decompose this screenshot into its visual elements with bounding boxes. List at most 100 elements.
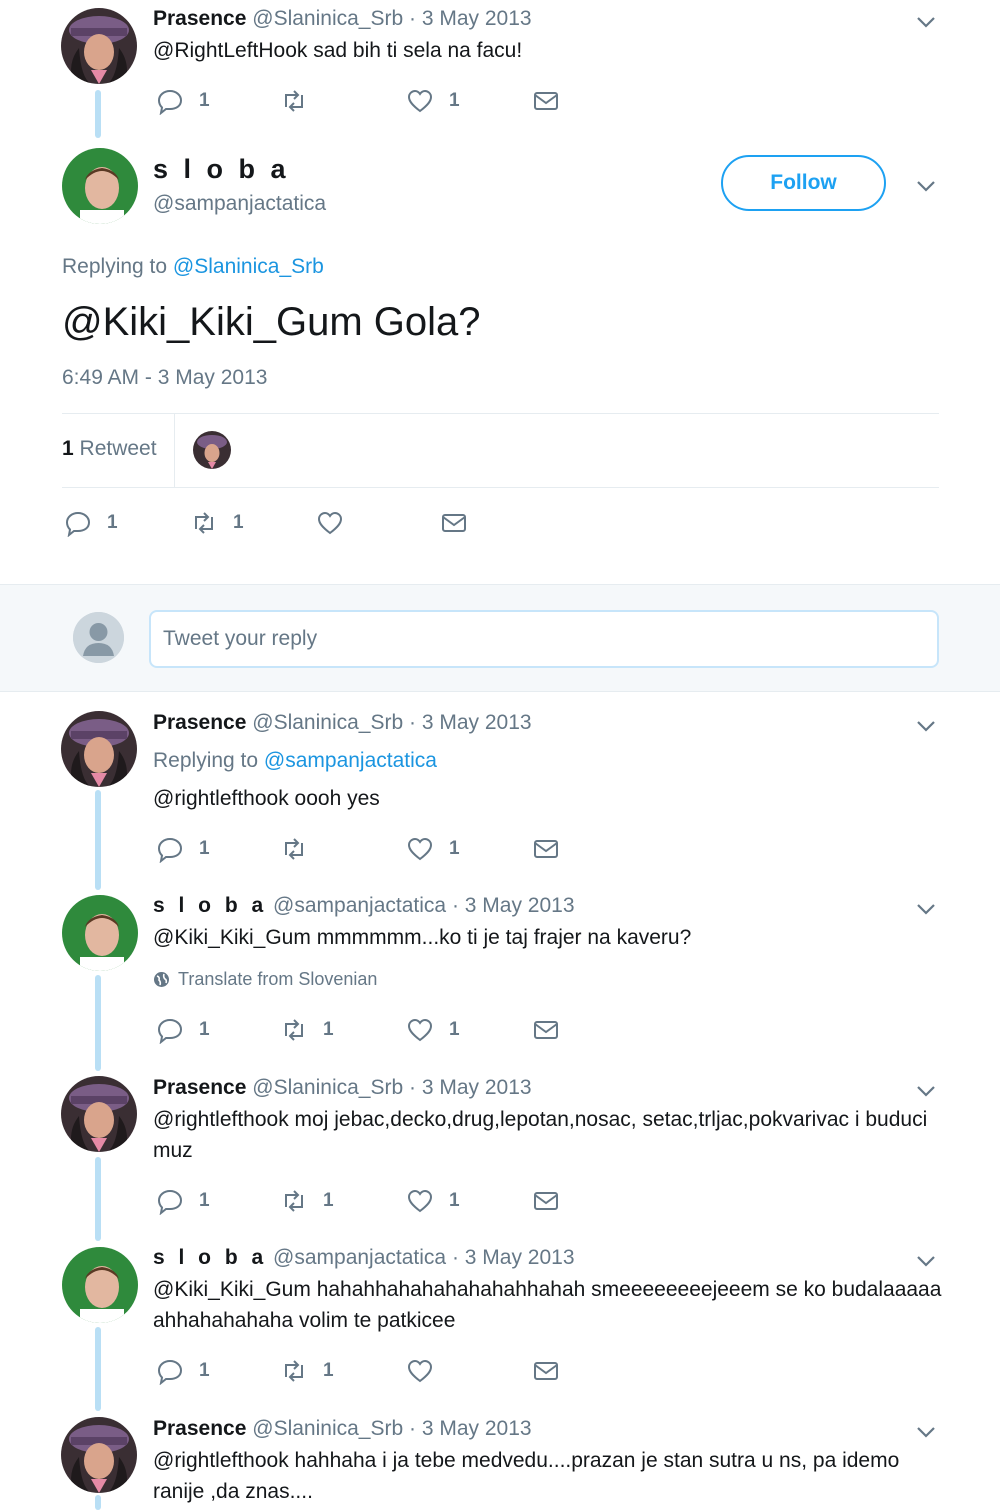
like-button[interactable]: 1 — [406, 834, 460, 864]
envelope-icon — [534, 1021, 558, 1039]
retweet-stat-label: Retweet — [79, 437, 157, 460]
tweet-header: s l o b a @sampanjactatica · 3 May 2013 — [153, 1245, 575, 1271]
envelope-icon — [442, 514, 466, 532]
like-button[interactable] — [316, 508, 359, 538]
message-button[interactable] — [532, 834, 560, 864]
reply-button[interactable]: 1 — [156, 86, 210, 116]
message-button[interactable] — [440, 508, 468, 538]
author-handle[interactable]: @Slaninica_Srb — [252, 7, 403, 30]
retweet-icon — [285, 838, 303, 860]
tweet-text: @Kiki_Kiki_Gum hahahhahahahahahahhahah s… — [153, 1278, 942, 1332]
retweet-count: 1 — [323, 1019, 334, 1040]
main-tweet-text: @Kiki_Kiki_Gum Gola? — [62, 300, 481, 344]
reply-input[interactable]: Tweet your reply — [149, 610, 939, 668]
reply-count: 1 — [199, 1360, 210, 1381]
tweet-date[interactable]: 3 May 2013 — [422, 1417, 532, 1440]
retweet-button[interactable]: 1 — [280, 1356, 334, 1386]
retweet-icon — [285, 90, 303, 112]
author-handle[interactable]: @sampanjactatica — [153, 191, 326, 217]
replying-to-handle[interactable]: @Slaninica_Srb — [173, 255, 324, 278]
like-count: 1 — [449, 838, 460, 859]
like-button[interactable] — [406, 1356, 449, 1386]
author-name[interactable]: s l o b a — [153, 154, 290, 184]
date-separator: · — [446, 1246, 465, 1269]
reply-icon — [157, 1189, 183, 1215]
replying-to: Replying to @Slaninica_Srb — [62, 254, 324, 280]
tweet-header: Prasence @Slaninica_Srb · 3 May 2013 — [153, 6, 532, 32]
heart-icon — [407, 837, 433, 861]
tweet-header: Prasence @Slaninica_Srb · 3 May 2013 — [153, 1416, 532, 1442]
author-name[interactable]: Prasence — [153, 711, 246, 734]
chevron-down-icon[interactable] — [914, 174, 938, 198]
retweet-button[interactable]: 1 — [280, 1015, 334, 1045]
reply-button[interactable]: 1 — [64, 508, 118, 538]
thread-connector — [95, 1495, 101, 1510]
avatar[interactable] — [61, 1076, 137, 1152]
thread-connector — [95, 1157, 101, 1241]
message-button[interactable] — [532, 1015, 560, 1045]
author-handle[interactable]: @sampanjactatica — [273, 894, 446, 917]
stats-divider — [174, 414, 175, 487]
author-name[interactable]: s l o b a — [153, 894, 267, 917]
reply-count: 1 — [107, 512, 118, 533]
thread-connector — [95, 975, 101, 1071]
retweet-stats[interactable]: 1 Retweet — [62, 437, 157, 461]
tweet-text: @Kiki_Kiki_Gum mmmmmm...ko ti je taj fra… — [153, 926, 692, 949]
tweet-date[interactable]: 3 May 2013 — [422, 1076, 532, 1099]
chevron-down-icon[interactable] — [914, 714, 938, 738]
tweet-date[interactable]: 3 May 2013 — [422, 711, 532, 734]
retweet-button[interactable] — [280, 834, 323, 864]
tweet-actions: 1 1 1 — [156, 1186, 576, 1216]
message-button[interactable] — [532, 86, 560, 116]
avatar[interactable] — [62, 148, 138, 224]
author-name[interactable]: Prasence — [153, 1417, 246, 1440]
message-button[interactable] — [532, 1356, 560, 1386]
chevron-down-icon[interactable] — [914, 1420, 938, 1444]
retweet-button[interactable] — [280, 86, 323, 116]
avatar[interactable] — [61, 1417, 137, 1493]
retweet-button[interactable]: 1 — [190, 508, 244, 538]
like-button[interactable]: 1 — [406, 1186, 460, 1216]
tweet-header: s l o b a — [153, 152, 290, 186]
chevron-down-icon[interactable] — [914, 1249, 938, 1273]
replying-to-handle[interactable]: @sampanjactatica — [264, 749, 437, 772]
like-count: 1 — [449, 1190, 460, 1211]
thread-connector — [95, 790, 101, 890]
reply-button[interactable]: 1 — [156, 1015, 210, 1045]
retweeter-avatar[interactable] — [193, 431, 231, 469]
avatar[interactable] — [62, 1247, 138, 1323]
author-handle[interactable]: @Slaninica_Srb — [252, 711, 403, 734]
chevron-down-icon[interactable] — [914, 897, 938, 921]
tweet-actions: 1 1 1 — [156, 1015, 576, 1045]
author-handle[interactable]: @Slaninica_Srb — [252, 1076, 403, 1099]
follow-button[interactable]: Follow — [721, 155, 886, 211]
translate-link[interactable]: Translate from Slovenian — [153, 969, 377, 990]
chevron-down-icon[interactable] — [914, 10, 938, 34]
author-name[interactable]: Prasence — [153, 7, 246, 30]
avatar[interactable] — [62, 895, 138, 971]
tweet-date[interactable]: 3 May 2013 — [422, 7, 532, 30]
reply-composer: Tweet your reply — [0, 584, 1000, 692]
chevron-down-icon[interactable] — [914, 1079, 938, 1103]
retweet-icon — [285, 1360, 303, 1382]
tweet-date[interactable]: 3 May 2013 — [465, 1246, 575, 1269]
like-count: 1 — [449, 1019, 460, 1040]
avatar[interactable] — [61, 711, 137, 787]
avatar[interactable] — [61, 8, 137, 84]
tweet-timestamp[interactable]: 6:49 AM - 3 May 2013 — [62, 366, 267, 390]
reply-button[interactable]: 1 — [156, 1186, 210, 1216]
reply-button[interactable]: 1 — [156, 1356, 210, 1386]
message-button[interactable] — [532, 1186, 560, 1216]
reply-button[interactable]: 1 — [156, 834, 210, 864]
date-separator: · — [446, 894, 465, 917]
like-button[interactable]: 1 — [406, 86, 460, 116]
author-name[interactable]: Prasence — [153, 1076, 246, 1099]
like-button[interactable]: 1 — [406, 1015, 460, 1045]
reply-count: 1 — [199, 838, 210, 859]
tweet-text: @rightlefthook moj jebac,decko,drug,lepo… — [153, 1108, 928, 1162]
author-handle[interactable]: @sampanjactatica — [273, 1246, 446, 1269]
author-handle[interactable]: @Slaninica_Srb — [252, 1417, 403, 1440]
tweet-date[interactable]: 3 May 2013 — [465, 894, 575, 917]
retweet-button[interactable]: 1 — [280, 1186, 334, 1216]
author-name[interactable]: s l o b a — [153, 1246, 267, 1269]
